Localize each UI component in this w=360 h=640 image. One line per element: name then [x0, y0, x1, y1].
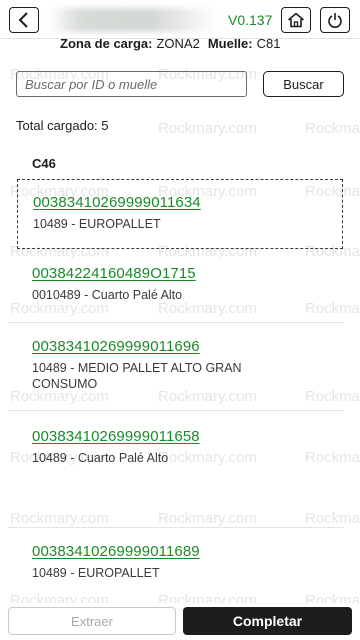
pallet-description: 10489 - EUROPALLET [33, 217, 161, 231]
watermark-text: Rockmary.com [158, 510, 257, 527]
pallet-description: 10489 - EUROPALLET [32, 566, 160, 580]
watermark-text: Rockmary.com [158, 120, 257, 137]
pallet-list-item[interactable]: 00383410269999011696 10489 - MEDIO PALLE… [8, 338, 344, 408]
pallet-list-item[interactable]: 00384224160489O1715 0010489 - Cuarto Pal… [8, 265, 344, 321]
search-input[interactable] [16, 71, 247, 97]
pallet-list-item[interactable]: 00383410269999011658 10489 - Cuarto Palé… [8, 428, 344, 484]
pallet-id-link[interactable]: 00383410269999011634 [33, 194, 201, 211]
list-divider [8, 410, 344, 411]
app-header: V0.137 [0, 0, 360, 39]
pallet-id-link[interactable]: 00384224160489O1715 [32, 265, 196, 282]
home-icon [287, 12, 305, 28]
logout-button[interactable] [320, 7, 350, 33]
complete-button[interactable]: Completar [183, 607, 352, 635]
app-screen: Rockmary.com Rockmary.com Rockmary.com R… [0, 0, 360, 640]
pallet-id-link[interactable]: 00383410269999011696 [32, 338, 200, 355]
search-button[interactable]: Buscar [263, 71, 344, 97]
blurred-app-title [48, 8, 218, 32]
watermark-text: Rockmary.com [305, 120, 360, 137]
pallet-list-item[interactable]: 00383410269999011689 10489 - EUROPALLET [8, 543, 344, 599]
list-divider [8, 527, 344, 528]
watermark-text: Rockmary.com [10, 510, 109, 527]
pallet-description: 0010489 - Cuarto Palé Alto [32, 288, 183, 302]
action-footer: Extraer Completar [0, 603, 360, 640]
pallet-id-link[interactable]: 00383410269999011689 [32, 543, 200, 560]
extract-button[interactable]: Extraer [8, 607, 176, 635]
list-divider [8, 322, 344, 323]
back-button[interactable] [9, 7, 39, 33]
watermark-text: Rockmary.com [305, 510, 360, 527]
power-icon [327, 12, 343, 29]
group-title: C46 [32, 156, 56, 171]
pallet-description: 10489 - MEDIO PALLET ALTO GRAN CONSUMO [32, 361, 242, 391]
pallet-id-link[interactable]: 00383410269999011658 [32, 428, 200, 445]
chevron-left-icon [18, 12, 30, 28]
pallet-list-item[interactable]: 00383410269999011634 10489 - EUROPALLET [17, 179, 343, 249]
app-version: V0.137 [228, 12, 273, 28]
home-button[interactable] [281, 7, 311, 33]
total-loaded: Total cargado: 5 [16, 118, 109, 133]
pallet-description: 10489 - Cuarto Palé Alto [32, 451, 169, 465]
